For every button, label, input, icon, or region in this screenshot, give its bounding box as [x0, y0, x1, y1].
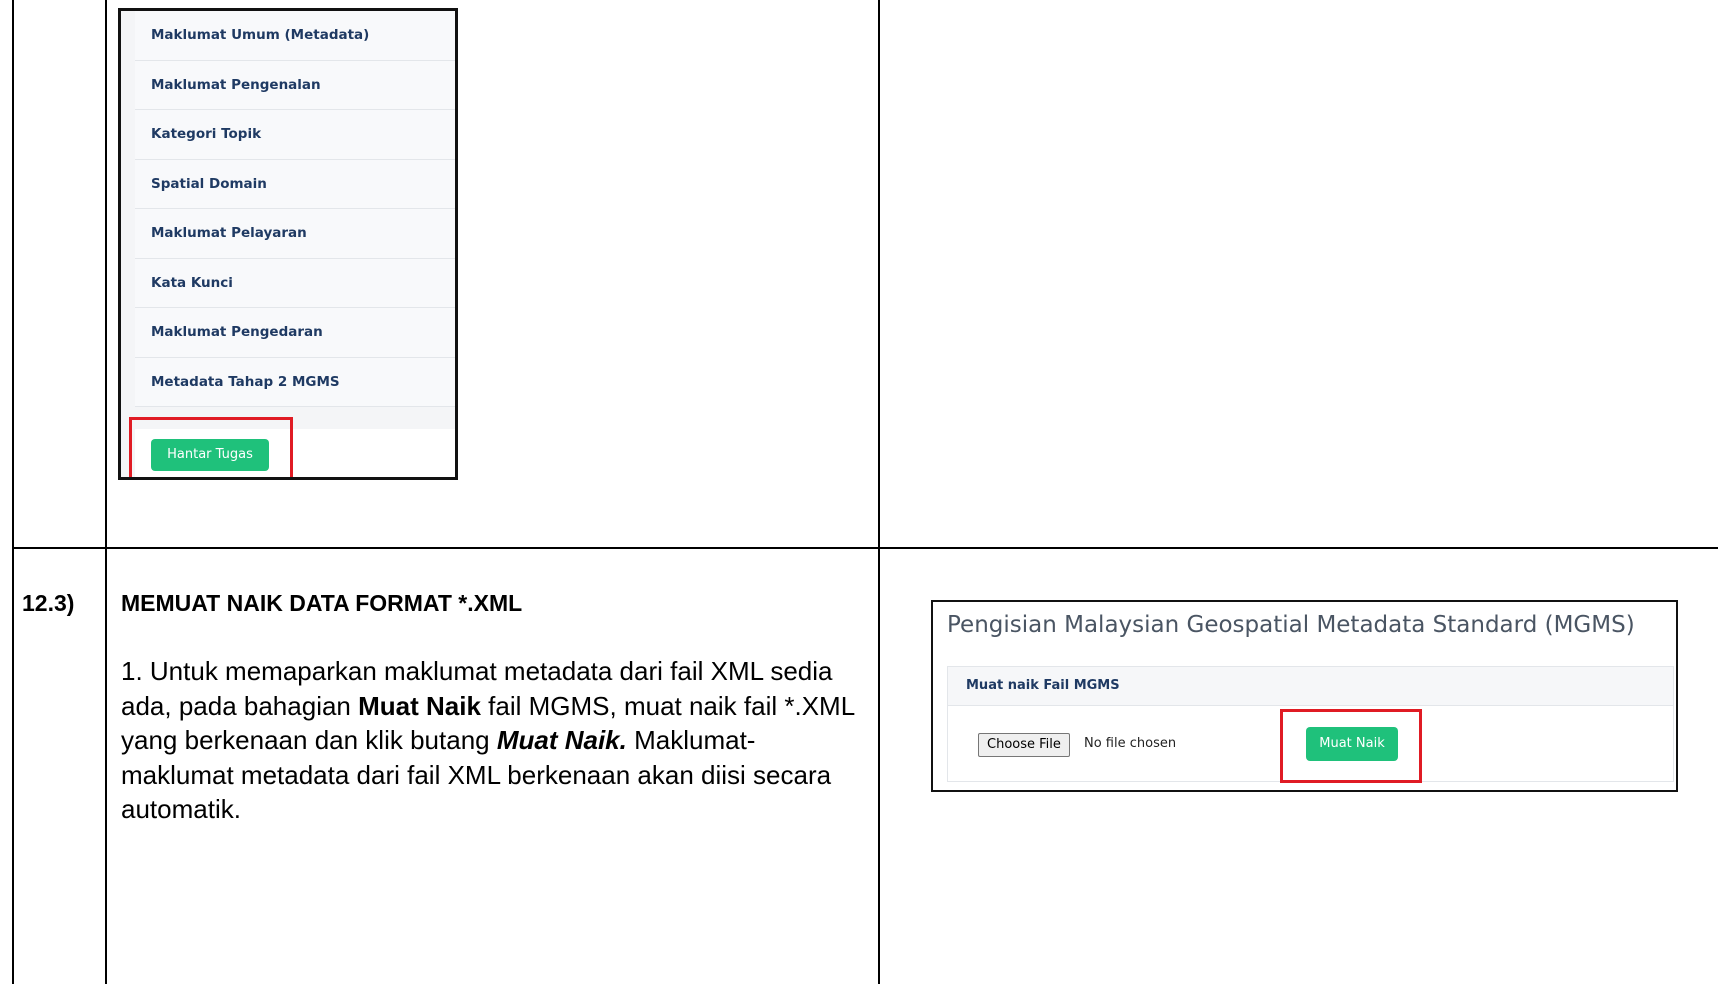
section-title: MEMUAT NAIK DATA FORMAT *.XML [121, 590, 523, 616]
no-file-chosen-text: No file chosen [1084, 736, 1177, 751]
task-menu-list: Maklumat Umum (Metadata) Maklumat Pengen… [135, 11, 455, 407]
table-left-border [12, 0, 14, 984]
table-row-divider [12, 547, 1718, 549]
choose-file-button[interactable]: Choose File [978, 733, 1070, 757]
muat-naik-highlight-box [1280, 709, 1422, 783]
menu-item-metadata-tahap-2[interactable]: Metadata Tahap 2 MGMS [135, 357, 455, 407]
menu-item-kata-kunci[interactable]: Kata Kunci [135, 258, 455, 308]
upload-card-header: Muat naik Fail MGMS [948, 667, 1673, 706]
upload-card: Muat naik Fail MGMS Choose File No file … [947, 666, 1674, 783]
menu-item-maklumat-umum[interactable]: Maklumat Umum (Metadata) [135, 11, 455, 61]
menu-item-kategori-topik[interactable]: Kategori Topik [135, 110, 455, 160]
section-number: 12.3) [22, 590, 75, 616]
instruction-paragraph: 1. Untuk memaparkan maklumat metadata da… [121, 654, 861, 827]
panel-title: Pengisian Malaysian Geospatial Metadata … [947, 612, 1635, 638]
instruction-bold-italic-muat-naik: Muat Naik. [496, 725, 627, 755]
menu-item-maklumat-pengenalan[interactable]: Maklumat Pengenalan [135, 60, 455, 110]
menu-item-maklumat-pengedaran[interactable]: Maklumat Pengedaran [135, 308, 455, 358]
task-menu-screenshot: Maklumat Umum (Metadata) Maklumat Pengen… [118, 8, 458, 480]
table-col-divider-2 [878, 0, 880, 984]
hantar-highlight-box [129, 417, 293, 477]
menu-item-maklumat-pelayaran[interactable]: Maklumat Pelayaran [135, 209, 455, 259]
instruction-bold-muat-naik: Muat Naik [358, 690, 481, 721]
table-col-divider-1 [105, 0, 107, 984]
menu-item-spatial-domain[interactable]: Spatial Domain [135, 159, 455, 209]
upload-panel-screenshot: Pengisian Malaysian Geospatial Metadata … [931, 600, 1678, 792]
